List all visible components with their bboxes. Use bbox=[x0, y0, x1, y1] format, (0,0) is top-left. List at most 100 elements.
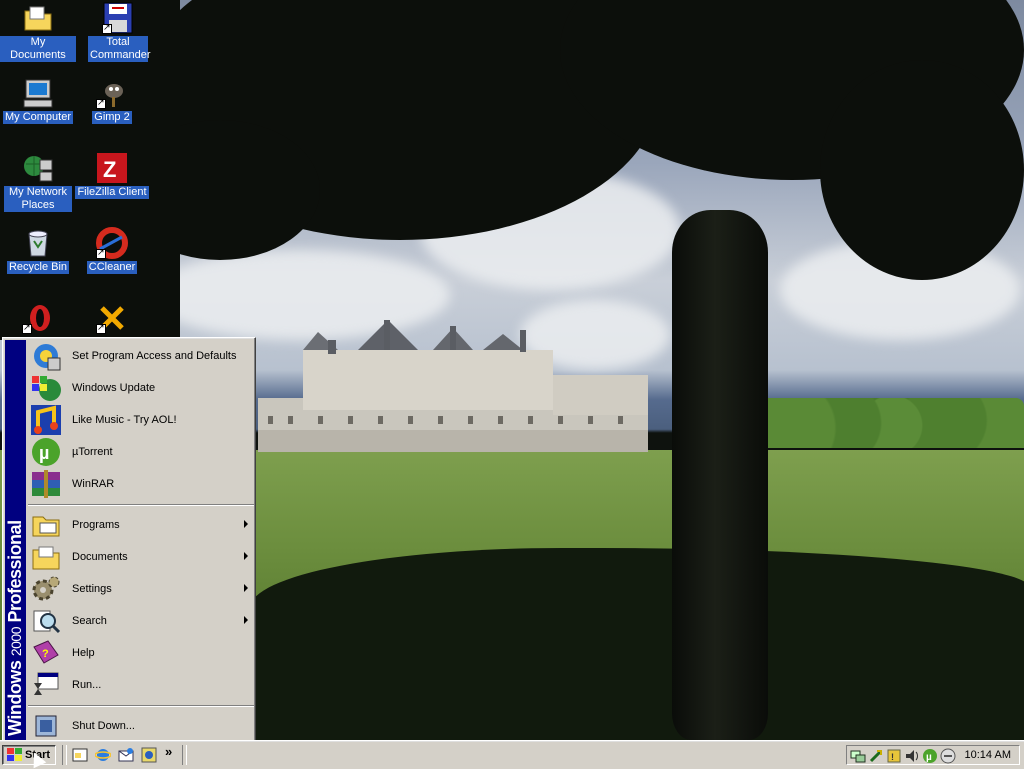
menu-separator bbox=[28, 504, 254, 506]
network-places-icon bbox=[22, 152, 54, 184]
svg-text:Z: Z bbox=[103, 157, 116, 182]
desktop-icon-tools[interactable] bbox=[74, 302, 150, 336]
menu-item-label: Shut Down... bbox=[72, 720, 135, 732]
shortcut-arrow-icon bbox=[22, 322, 32, 334]
menu-item-aol-music[interactable]: Like Music - Try AOL! bbox=[28, 404, 254, 436]
desktop-icon-gimp[interactable]: Gimp 2 bbox=[74, 77, 150, 124]
menu-item-label: Documents bbox=[72, 551, 128, 563]
system-tray: ! µ 10:14 AM bbox=[846, 745, 1020, 765]
submenu-arrow-icon bbox=[244, 584, 248, 592]
menu-item-programs[interactable]: Programs bbox=[28, 509, 254, 541]
volume-icon[interactable] bbox=[904, 748, 920, 764]
gimp-icon bbox=[96, 77, 128, 109]
power-icon[interactable] bbox=[868, 748, 884, 764]
utorrent-icon: µ bbox=[30, 436, 62, 468]
internet-explorer-icon[interactable] bbox=[94, 747, 112, 763]
desktop-icon-label: Recycle Bin bbox=[6, 261, 70, 274]
svg-text:µ: µ bbox=[39, 443, 49, 463]
search-icon bbox=[30, 605, 62, 637]
menu-item-label: Run... bbox=[72, 679, 102, 691]
shutdown-icon bbox=[30, 710, 62, 742]
desktop-icon-label: My Computer bbox=[2, 111, 74, 124]
desktop-icon-recycle-bin[interactable]: Recycle Bin bbox=[0, 227, 76, 274]
settings-icon bbox=[30, 573, 62, 605]
windows-flag-icon bbox=[7, 748, 23, 762]
menu-item-set-program-access[interactable]: Set Program Access and Defaults bbox=[28, 340, 254, 372]
menu-item-shut-down[interactable]: Shut Down... bbox=[28, 710, 254, 742]
taskbar: Start » ! µ 10:14 AM bbox=[0, 740, 1024, 769]
shortcut-arrow-icon bbox=[102, 22, 112, 34]
menu-item-documents[interactable]: Documents bbox=[28, 541, 254, 573]
toolbar-grip[interactable] bbox=[62, 745, 67, 765]
winrar-icon bbox=[30, 468, 62, 500]
menu-item-label: Like Music - Try AOL! bbox=[72, 414, 177, 426]
desktop-icon-label: FileZilla Client bbox=[75, 186, 149, 199]
desktop-icon-my-computer[interactable]: My Computer bbox=[0, 77, 76, 124]
menu-item-label: µTorrent bbox=[72, 446, 113, 458]
shortcut-arrow-icon bbox=[96, 97, 106, 109]
menu-item-help[interactable]: ? Help bbox=[28, 637, 254, 669]
menu-item-label: Windows Update bbox=[72, 382, 156, 394]
desktop-icon-label: Total Commander bbox=[88, 36, 151, 62]
svg-text:!: ! bbox=[891, 752, 894, 762]
menu-item-label: WinRAR bbox=[72, 478, 115, 490]
recycle-bin-icon bbox=[22, 227, 54, 259]
chevron-right-icon[interactable]: » bbox=[165, 744, 172, 759]
menu-item-run[interactable]: Run... bbox=[28, 669, 254, 701]
desktop-icon-ccleaner[interactable]: CCleaner bbox=[74, 227, 150, 274]
desktop-icon-label: My Network Places bbox=[4, 186, 72, 212]
submenu-arrow-icon bbox=[244, 616, 248, 624]
start-menu-banner: Windows 2000 Professional bbox=[5, 340, 26, 740]
documents-folder-icon bbox=[30, 541, 62, 573]
menu-item-label: Programs bbox=[72, 519, 120, 531]
floppy-disk-icon bbox=[102, 2, 134, 34]
outlook-express-icon[interactable] bbox=[118, 747, 134, 763]
menu-item-search[interactable]: Search bbox=[28, 605, 254, 637]
menu-item-label: Search bbox=[72, 615, 107, 627]
tree-canopy bbox=[820, 60, 1024, 280]
shortcut-arrow-icon bbox=[96, 247, 106, 259]
ccleaner-icon bbox=[96, 227, 128, 259]
utorrent-tray-icon[interactable]: µ bbox=[922, 748, 938, 764]
desktop-icon-opera[interactable] bbox=[0, 302, 76, 336]
toolbar-grip[interactable] bbox=[182, 745, 187, 765]
start-menu: Windows 2000 Professional Set Program Ac… bbox=[2, 337, 256, 743]
clock[interactable]: 10:14 AM bbox=[965, 749, 1011, 761]
menu-separator bbox=[28, 705, 254, 707]
show-desktop-icon[interactable] bbox=[72, 747, 88, 763]
filezilla-icon: Z bbox=[96, 152, 128, 184]
security-icon[interactable]: ! bbox=[886, 748, 902, 764]
submenu-arrow-icon bbox=[244, 520, 248, 528]
menu-item-utorrent[interactable]: µ µTorrent bbox=[28, 436, 254, 468]
desktop-icon-label: CCleaner bbox=[86, 261, 138, 274]
svg-text:?: ? bbox=[42, 648, 49, 660]
banner-version: 2000 bbox=[8, 626, 24, 657]
menu-item-label: Settings bbox=[72, 583, 112, 595]
menu-item-windows-update[interactable]: Windows Update bbox=[28, 372, 254, 404]
submenu-arrow-icon bbox=[244, 552, 248, 560]
menu-item-winrar[interactable]: WinRAR bbox=[28, 468, 254, 500]
shortcut-arrow-icon bbox=[96, 322, 106, 334]
tree-trunk bbox=[672, 210, 768, 740]
treeline bbox=[760, 398, 1024, 448]
programs-icon bbox=[30, 509, 62, 541]
desktop-icon-total-commander[interactable]: Total Commander bbox=[80, 2, 156, 62]
banner-text: Windows bbox=[5, 660, 25, 736]
menu-item-label: Set Program Access and Defaults bbox=[72, 350, 237, 362]
windows-update-icon bbox=[30, 372, 62, 404]
menu-item-settings[interactable]: Settings bbox=[28, 573, 254, 605]
opera-icon bbox=[22, 302, 54, 334]
desktop-icon-my-network-places[interactable]: My Network Places bbox=[0, 152, 76, 212]
aol-music-icon bbox=[30, 404, 62, 436]
program-access-icon bbox=[30, 340, 62, 372]
desktop-icon-my-documents[interactable]: My Documents bbox=[0, 2, 76, 62]
help-book-icon: ? bbox=[30, 637, 62, 669]
media-icon[interactable] bbox=[141, 747, 157, 763]
folder-documents-icon bbox=[22, 2, 54, 34]
desktop-icon-label: Gimp 2 bbox=[92, 111, 132, 124]
chateau-image bbox=[258, 320, 648, 452]
network-icon[interactable] bbox=[850, 748, 866, 764]
tools-icon bbox=[96, 302, 128, 334]
desktop-icon-filezilla[interactable]: Z FileZilla Client bbox=[74, 152, 150, 199]
updates-icon[interactable] bbox=[940, 748, 956, 764]
